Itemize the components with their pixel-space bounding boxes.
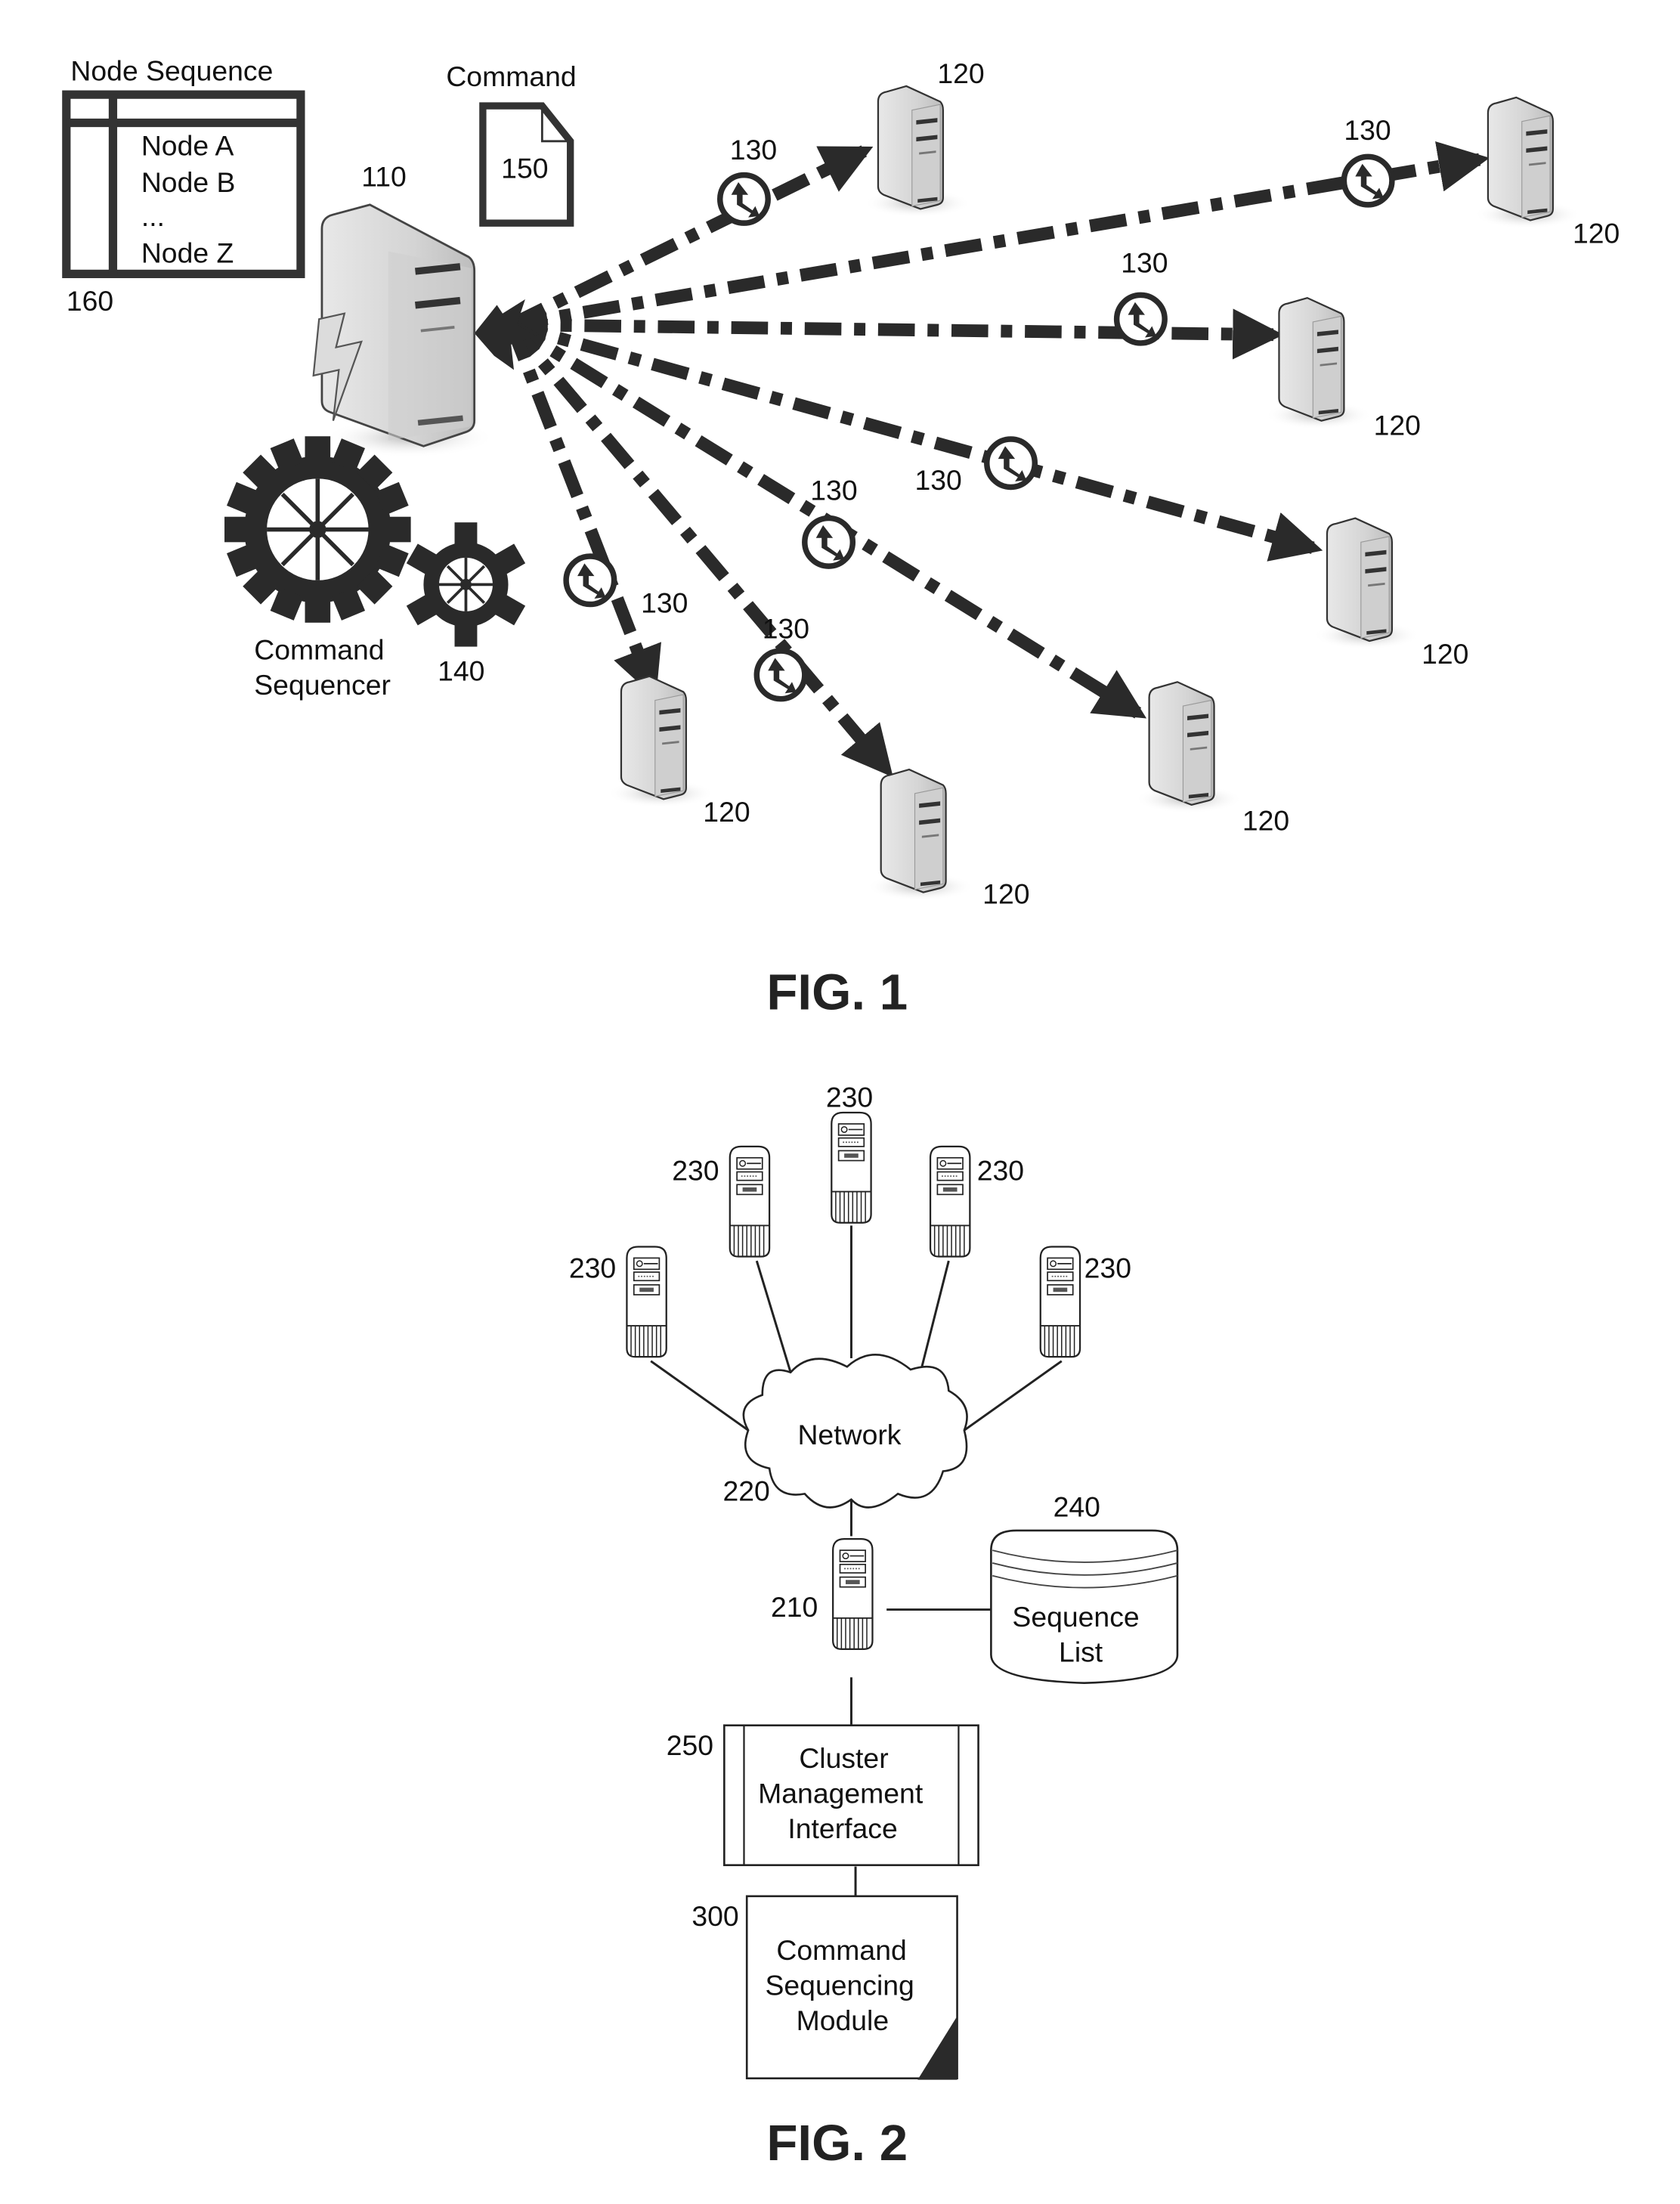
ref-140: 140 — [438, 655, 484, 686]
node-sequence-item: Node B — [141, 166, 236, 198]
connection-line — [509, 141, 1490, 331]
node-sequence-item: Node A — [141, 129, 234, 161]
network-cloud: Network 220 — [722, 1354, 968, 1509]
cmi-label-line2: Management — [758, 1777, 924, 1809]
node-server: 120 — [865, 768, 1030, 910]
command-title: Command — [446, 60, 576, 92]
connection-icon — [805, 518, 853, 567]
ref-300: 300 — [691, 1900, 738, 1932]
ref-250: 250 — [667, 1729, 713, 1761]
cluster-nodes-fig2: 230 230 230 230 230 — [569, 1082, 1131, 1358]
ref-120: 120 — [1374, 409, 1421, 441]
patent-figures: Node Sequence Node A Node B ... Node Z 1… — [62, 54, 1620, 2171]
ref-230: 230 — [569, 1252, 616, 1284]
csm-label-line3: Module — [797, 2004, 890, 2036]
ref-150: 150 — [501, 152, 548, 184]
node-sequence-title: Node Sequence — [70, 54, 273, 86]
node-sequence-item: ... — [141, 200, 165, 232]
node-server: 120 — [863, 57, 985, 218]
node-server: 120 — [1264, 297, 1421, 441]
ref-220: 220 — [722, 1475, 769, 1507]
cmi-label-line1: Cluster — [799, 1742, 888, 1774]
command-sequencing-module: Command Sequencing Module 300 — [691, 1895, 958, 2080]
ref-230: 230 — [826, 1082, 873, 1113]
sequence-list-database: Sequence List 240 — [990, 1490, 1179, 1685]
node-server: 120 — [606, 675, 750, 828]
network-label: Network — [797, 1419, 901, 1450]
connection-icon — [1344, 156, 1392, 205]
node-server: 120 — [1473, 96, 1620, 249]
connection-icon — [1117, 295, 1165, 343]
figure-1-caption: FIG. 1 — [766, 964, 908, 1021]
ref-110: 110 — [361, 161, 407, 193]
connection-line — [505, 322, 661, 699]
connection-icon — [756, 651, 805, 699]
tower-server: 230 — [569, 1246, 667, 1358]
figure-2-caption: FIG. 2 — [766, 2115, 908, 2171]
ref-130: 130 — [641, 587, 688, 619]
figure-1: Node Sequence Node A Node B ... Node Z 1… — [62, 54, 1620, 1021]
large-gear-icon — [224, 436, 411, 623]
command-document: Command 150 — [446, 60, 577, 227]
connection-icon — [720, 175, 769, 224]
ref-120: 120 — [1573, 217, 1620, 249]
tower-server: 230 — [826, 1082, 873, 1224]
figure-2: Network 220 230 230 230 230 230 210 Sequ… — [569, 1082, 1179, 2171]
node-sequence-table: Node Sequence Node A Node B ... Node Z 1… — [62, 54, 305, 317]
ref-130: 130 — [1121, 247, 1168, 279]
ref-130: 130 — [730, 134, 777, 166]
connection-icon — [987, 439, 1035, 488]
ref-230: 230 — [1084, 1252, 1131, 1284]
cmi-label-line3: Interface — [787, 1812, 897, 1844]
sequencer-label-line1: Command — [254, 633, 384, 665]
command-sequencer-gears: Command Sequencer 140 — [224, 436, 526, 701]
ref-120: 120 — [937, 57, 984, 89]
connection-lines — [474, 141, 1490, 778]
ref-210: 210 — [771, 1591, 818, 1623]
sequence-list-label-line2: List — [1059, 1636, 1103, 1668]
csm-label-line2: Sequencing — [765, 1970, 914, 2001]
tower-server: 230 — [1039, 1246, 1131, 1358]
ref-160: 160 — [67, 285, 113, 317]
ref-230: 230 — [672, 1155, 719, 1187]
connection-line — [509, 318, 1323, 562]
controller-server: 110 — [312, 161, 494, 458]
ref-240: 240 — [1053, 1490, 1100, 1522]
ref-130: 130 — [763, 612, 809, 644]
node-sequence-item: Node Z — [141, 237, 234, 268]
tower-server: 230 — [929, 1145, 1024, 1258]
small-gear-icon — [406, 522, 526, 647]
cluster-management-interface: Cluster Management Interface 250 — [667, 1724, 979, 1866]
sequence-list-label-line1: Sequence — [1012, 1601, 1139, 1633]
ref-130: 130 — [915, 464, 962, 496]
ref-130: 130 — [810, 474, 857, 506]
ref-120: 120 — [982, 878, 1029, 910]
ref-120: 120 — [1422, 638, 1468, 670]
node-server: 120 — [1134, 681, 1289, 836]
connection-icon — [566, 556, 614, 605]
sequencer-label-line2: Sequencer — [254, 669, 391, 701]
controller-tower: 210 — [771, 1538, 874, 1650]
ref-120: 120 — [1242, 804, 1289, 836]
tower-server: 230 — [672, 1145, 771, 1258]
node-server: 120 — [1312, 517, 1468, 670]
ref-120: 120 — [703, 796, 750, 828]
csm-label-line1: Command — [776, 1934, 906, 1966]
ref-130: 130 — [1344, 114, 1391, 146]
ref-230: 230 — [977, 1155, 1024, 1187]
